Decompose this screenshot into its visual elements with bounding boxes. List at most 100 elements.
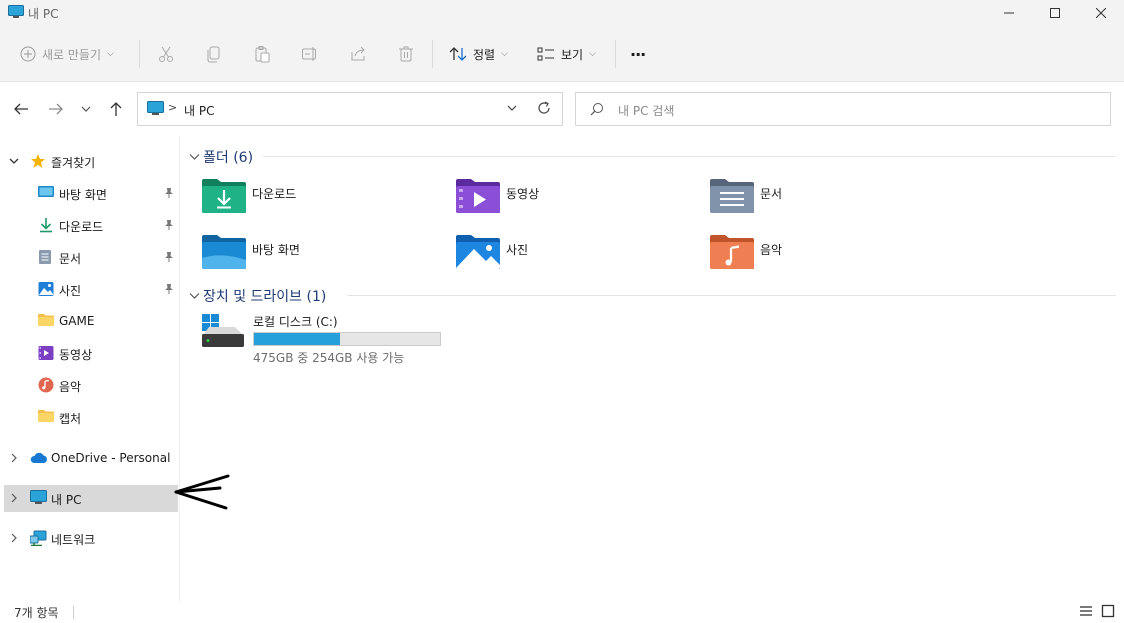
network-icon — [29, 530, 47, 549]
sidebar-item-label: 바탕 화면 — [59, 188, 107, 202]
maximize-button[interactable] — [1032, 0, 1078, 26]
large-icons-view-button[interactable] — [1101, 604, 1117, 620]
minimize-button[interactable] — [986, 0, 1032, 26]
minimize-icon — [1004, 12, 1014, 14]
sidebar-item-documents[interactable]: 문서 — [4, 244, 178, 271]
sidebar-item-capture[interactable]: 캡처 — [4, 404, 178, 431]
sidebar-item-favorites[interactable]: 즐겨찾기 — [4, 148, 178, 175]
star-icon — [30, 153, 46, 172]
chevron-right-icon[interactable] — [8, 492, 20, 507]
paste-icon — [255, 46, 270, 63]
annotation-arrow — [168, 470, 234, 517]
folder-name: 바탕 화면 — [252, 243, 300, 257]
content-area: 폴더 (6) 다운로드 동영상 문서 바탕 화면 사진 음악 장치 및 드라이브… — [181, 136, 1124, 601]
refresh-icon — [538, 101, 550, 114]
sidebar-item-videos[interactable]: 동영상 — [4, 340, 178, 367]
more-options-button[interactable]: ··· — [630, 26, 646, 82]
folder-tile-videos[interactable]: 동영상 — [456, 178, 696, 226]
close-icon — [1096, 8, 1106, 18]
details-view-icon — [1080, 606, 1092, 616]
share-button[interactable] — [349, 26, 367, 82]
this-pc-icon — [147, 101, 164, 119]
drive-usage-bar — [253, 332, 441, 346]
recent-locations-button[interactable] — [74, 97, 98, 121]
view-button[interactable]: 보기 ⌵ — [537, 26, 596, 82]
sidebar-item-label: 문서 — [59, 252, 82, 266]
forward-button[interactable] — [44, 97, 68, 121]
sidebar-item-label: 내 PC — [51, 493, 82, 507]
sidebar-item-label: 음악 — [59, 380, 82, 394]
folder-tile-desktop[interactable]: 바탕 화면 — [202, 234, 442, 282]
download-icon — [38, 217, 54, 236]
trash-icon — [399, 46, 413, 62]
sidebar-item-network[interactable]: 네트워크 — [4, 525, 178, 552]
sort-button-label: 정렬 — [473, 47, 496, 62]
maximize-icon — [1050, 8, 1060, 18]
sidebar-item-onedrive[interactable]: OneDrive - Personal — [4, 445, 178, 472]
drive-tile-local-disk-c[interactable]: 로컬 디스크 (C:) 475GB 중 254GB 사용 가능 — [201, 311, 461, 365]
sidebar-item-label: 동영상 — [59, 348, 93, 362]
paste-button[interactable] — [253, 26, 271, 82]
sidebar-item-pictures[interactable]: 사진 — [4, 276, 178, 303]
hard-drive-icon — [201, 313, 245, 352]
drive-name: 로컬 디스크 (C:) — [253, 315, 338, 329]
chevron-down-icon: ⌵ — [107, 49, 114, 59]
desktop-icon — [38, 185, 54, 202]
pin-icon — [164, 283, 174, 298]
copy-button[interactable] — [205, 26, 223, 82]
breadcrumb-this-pc[interactable]: 내 PC — [184, 102, 214, 119]
view-icon — [537, 47, 554, 61]
chevron-right-icon[interactable] — [8, 532, 20, 547]
address-history-button[interactable] — [506, 102, 518, 117]
sidebar-item-music[interactable]: 음악 — [4, 372, 178, 399]
arrow-right-icon — [49, 103, 63, 115]
arrow-left-icon — [14, 103, 28, 115]
folder-name: 다운로드 — [252, 187, 297, 201]
breadcrumb-separator[interactable]: > — [168, 101, 177, 114]
sidebar-item-label: 즐겨찾기 — [51, 156, 96, 170]
search-placeholder: 내 PC 검색 — [618, 104, 675, 118]
window-title: 내 PC — [28, 7, 59, 21]
document-icon — [38, 249, 52, 268]
file-explorer-window: 내 PC 새로 만들기 ⌵ 정렬 ⌵ 보기 ⌵ ··· > 내 PC 내 PC … — [0, 0, 1124, 623]
up-button[interactable] — [104, 97, 128, 121]
folder-tile-music[interactable]: 음악 — [710, 234, 950, 282]
view-button-label: 보기 — [561, 47, 584, 62]
folder-icon — [38, 409, 54, 426]
search-input[interactable]: 내 PC 검색 — [575, 92, 1111, 126]
title-bar: 내 PC — [0, 0, 1124, 26]
folder-name: 음악 — [760, 243, 783, 257]
rename-button[interactable] — [301, 26, 319, 82]
delete-button[interactable] — [397, 26, 415, 82]
folder-tile-downloads[interactable]: 다운로드 — [202, 178, 442, 226]
sidebar-item-this-pc[interactable]: 내 PC — [4, 485, 178, 512]
toolbar-divider — [615, 40, 616, 68]
folder-tile-documents[interactable]: 문서 — [710, 178, 950, 226]
chevron-down-icon: ⌵ — [589, 49, 596, 59]
cut-icon — [159, 46, 173, 62]
chevron-down-icon[interactable] — [8, 155, 20, 170]
sidebar-item-label: 사진 — [59, 284, 82, 298]
address-bar[interactable]: > 내 PC — [137, 92, 563, 126]
drive-capacity-text: 475GB 중 254GB 사용 가능 — [253, 351, 405, 365]
new-button[interactable]: 새로 만들기 ⌵ — [20, 26, 114, 82]
cut-button[interactable] — [157, 26, 175, 82]
folder-tile-pictures[interactable]: 사진 — [456, 234, 696, 282]
refresh-button[interactable] — [537, 101, 551, 118]
chevron-right-icon[interactable] — [8, 452, 20, 467]
details-view-button[interactable] — [1079, 604, 1095, 620]
drive-usage-fill — [254, 333, 341, 345]
sidebar-item-game[interactable]: GAME — [4, 308, 178, 335]
close-button[interactable] — [1078, 0, 1124, 26]
sidebar-item-downloads[interactable]: 다운로드 — [4, 212, 178, 239]
tiles-view-icon — [1101, 604, 1115, 618]
more-icon: ··· — [630, 44, 646, 64]
plus-circle-icon — [20, 46, 36, 62]
sidebar-item-desktop[interactable]: 바탕 화면 — [4, 180, 178, 207]
videos-icon — [38, 345, 54, 364]
sidebar-item-label: 다운로드 — [59, 220, 104, 234]
folder-name: 사진 — [506, 243, 529, 257]
back-button[interactable] — [9, 97, 33, 121]
sort-button[interactable]: 정렬 ⌵ — [449, 26, 508, 82]
pin-icon — [164, 219, 174, 234]
